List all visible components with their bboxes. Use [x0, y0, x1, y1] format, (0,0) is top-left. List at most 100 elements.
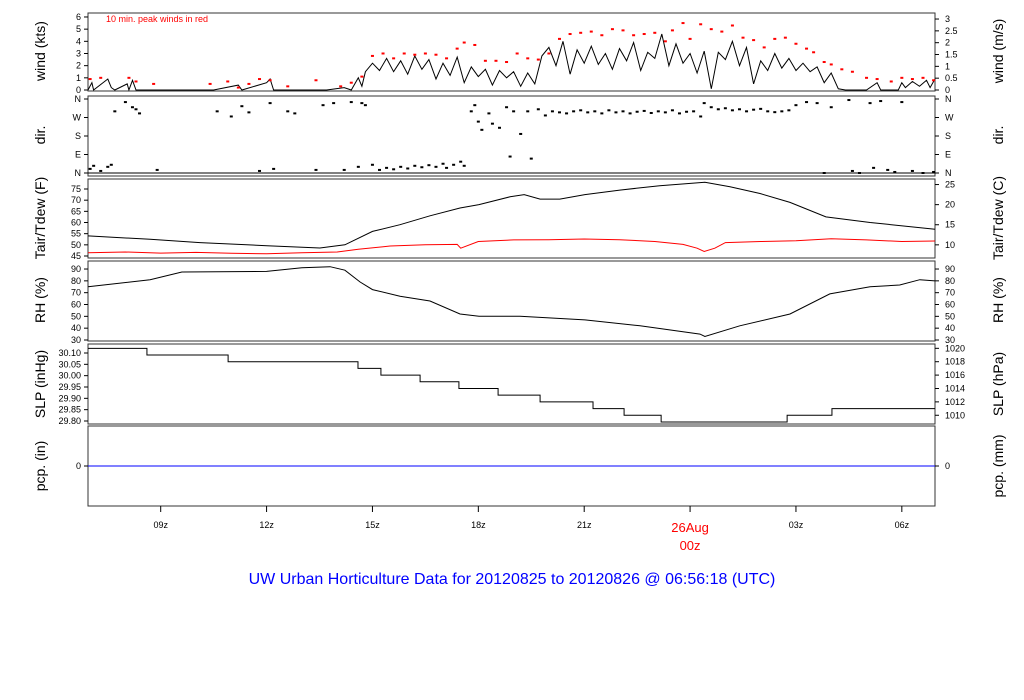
wind-direction-deg--point [886, 168, 890, 171]
wind-direction-deg--point [759, 107, 763, 110]
10-min-peak-wind-point [370, 54, 374, 57]
10-min-peak-wind-point [494, 59, 498, 62]
x-date-label: 26Aug [671, 520, 709, 535]
wind-left-tick-label: 5 [76, 24, 81, 34]
10-min-peak-wind-point [681, 22, 685, 25]
wind-direction-deg--point [123, 101, 127, 104]
wind-direction-deg--point [550, 110, 554, 113]
wind-right-tick-label: 3 [945, 14, 950, 24]
10-min-peak-wind-point [208, 82, 212, 85]
wind-direction-deg--point [780, 110, 784, 113]
wind-direction-deg--point [99, 169, 103, 172]
wind-direction-deg--point [406, 167, 410, 170]
dir-right-tick-label: W [945, 113, 954, 123]
wind-direction-deg--point [413, 164, 417, 167]
wind-direction-deg--point [536, 108, 540, 111]
wind-direction-deg--point [723, 107, 727, 110]
slp-left-tick-label: 29.85 [58, 405, 81, 415]
10-min-peak-wind-point [455, 47, 459, 50]
10-min-peak-wind-point [392, 57, 396, 60]
10-min-peak-wind-point [822, 61, 826, 64]
temp-left-tick-label: 60 [71, 218, 81, 228]
wind-direction-deg--point [240, 105, 244, 108]
10-min-peak-wind-point [381, 52, 385, 55]
rh-right-tick-label: 90 [945, 264, 955, 274]
10-min-peak-wind-point [670, 29, 674, 32]
rh-line [87, 266, 936, 338]
wind-direction-deg--point [268, 102, 272, 105]
wind-direction-deg--point [469, 110, 473, 113]
10-min-peak-wind-point [653, 31, 657, 34]
wind-direction-deg--point [138, 112, 142, 115]
peak-wind-annotation: 10 min. peak winds in red [106, 14, 208, 24]
10-min-peak-wind-point [840, 68, 844, 71]
x-tick-label: 21z [577, 520, 592, 530]
wind-direction-deg--point [685, 110, 689, 113]
10-min-peak-wind-point [462, 41, 466, 44]
slp-left-tick-label: 29.95 [58, 382, 81, 392]
panel-rh: 3040506070809030405060708090RH (%) RH (%) [32, 260, 1006, 345]
x-tick-label: 15z [365, 520, 380, 530]
wind-direction-deg--point [543, 114, 547, 117]
wind-direction-deg--point [370, 163, 374, 166]
wind-direction-deg--point [360, 102, 364, 105]
wind-direction-deg--point [459, 160, 463, 163]
wind-right-tick-label: 1.5 [945, 50, 958, 60]
wind-direction-deg--point [649, 111, 653, 114]
10-min-peak-wind-point [127, 76, 131, 79]
meteogram-figure: 0 1 2 3 4 5 6 0 0.5 1 1.5 2 2.5 3 wind (kts) wind (m/s)… [0, 0, 1024, 700]
10-min-peak-wind-point [134, 80, 138, 83]
10-min-peak-wind-point [812, 51, 816, 54]
temp-right-tick-label: 10 [945, 240, 955, 250]
x-tick-label: 18z [471, 520, 486, 530]
10-min-peak-wind-point [889, 80, 893, 83]
rh-left-axis-title: RH (%) [32, 277, 48, 323]
wind-direction-deg--point [529, 157, 533, 160]
10-min-peak-wind-point [247, 82, 251, 85]
wind-direction-deg--point [745, 110, 749, 113]
wind-direction-deg--point [378, 168, 382, 171]
10-min-peak-wind-point [473, 43, 477, 46]
10-min-peak-wind-point [730, 24, 734, 27]
meteogram-svg: 012345600.511.522.53wind (kts) wind (m/s)… [32, 12, 1006, 588]
dir-right-tick-label: E [945, 150, 951, 160]
slp-plot-frame [87, 343, 936, 425]
slp-right-tick-label: 1016 [945, 370, 965, 380]
wind-left-tick-label: 3 [76, 48, 81, 58]
10-min-peak-wind-point [413, 53, 417, 56]
wind-left-tick-label: 4 [76, 36, 81, 46]
wind-direction-deg--point [130, 106, 134, 109]
wind-direction-deg--point [480, 128, 484, 131]
wind-direction-deg--point [349, 101, 353, 104]
wind-direction-deg--point [272, 167, 276, 170]
10-min-peak-wind-point [236, 86, 240, 89]
10-min-peak-wind-point [773, 37, 777, 40]
wind-right-axis-title: wind (m/s) [990, 19, 1006, 85]
rh-left-tick-label: 50 [71, 311, 81, 321]
slp-steps-hpa--line [88, 347, 935, 423]
10-min-peak-wind-point [483, 59, 487, 62]
wind-direction-deg--point [730, 109, 734, 112]
10-min-peak-wind-point [932, 79, 936, 82]
dir-left-tick-label: E [75, 150, 81, 160]
dir-left-tick-label: W [73, 113, 82, 123]
slp-right-tick-label: 1020 [945, 343, 965, 353]
10-min-peak-wind-point [829, 63, 833, 66]
10-min-peak-wind-point [226, 80, 230, 83]
10-min-peak-wind-point [286, 85, 290, 88]
wind-direction-deg--point [642, 109, 646, 112]
wind-left-tick-label: 2 [76, 61, 81, 71]
10-min-peak-wind-point [258, 78, 262, 81]
wind-direction-deg--point [752, 108, 756, 111]
10-min-peak-wind-point [568, 33, 572, 36]
tdew-line [87, 238, 936, 255]
rh-left-tick-label: 90 [71, 264, 81, 274]
wind-direction-deg--point [847, 99, 851, 102]
slp-right-tick-label: 1014 [945, 383, 965, 393]
rh-right-tick-label: 80 [945, 276, 955, 286]
pcp-right-axis-title: pcp. (mm) [990, 435, 1006, 498]
10-min-peak-wind-point [621, 29, 625, 32]
wind-direction-deg--point [106, 165, 110, 168]
wind-direction-deg--point [293, 112, 297, 115]
wind-right-tick-label: 0.5 [945, 73, 958, 83]
